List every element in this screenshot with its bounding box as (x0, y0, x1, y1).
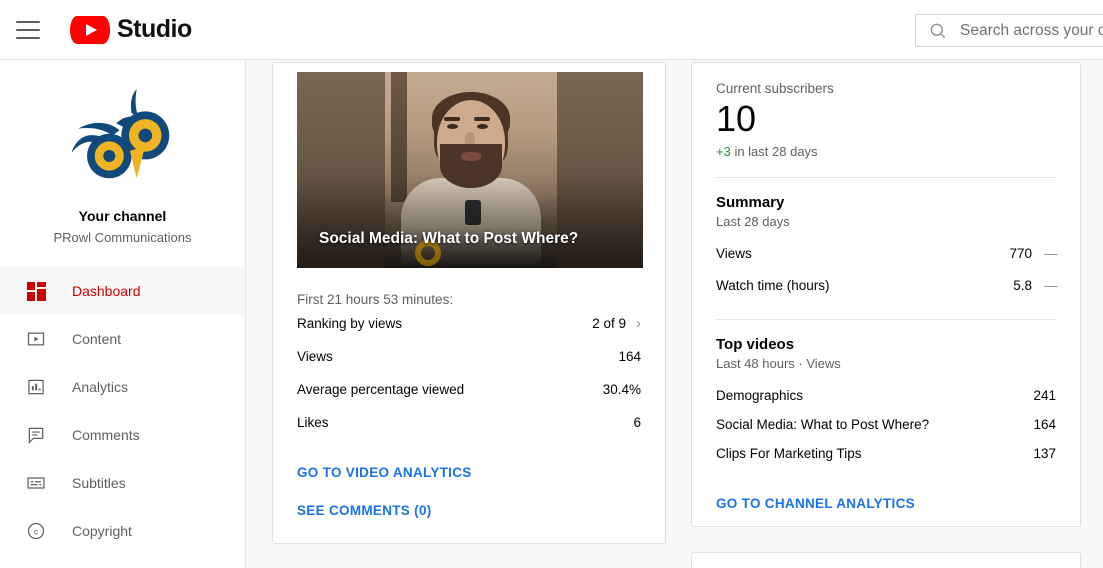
thumbnail-title-overlay: Social Media: What to Post Where? (319, 230, 579, 247)
top-videos-title: Top videos (716, 336, 795, 354)
stat-row-views: Views 164 (297, 340, 641, 373)
top-videos-block: Top videos Last 48 hours · Views (692, 336, 1080, 371)
top-video-row[interactable]: Clips For Marketing Tips 137 (716, 439, 1056, 468)
subscribers-count: 10 (716, 98, 757, 139)
channel-title: Your channel (78, 208, 167, 224)
comments-speech-bubble-icon (24, 423, 48, 447)
stat-label: Ranking by views (297, 316, 403, 331)
brand-label: Studio (117, 15, 192, 43)
subscribers-block: Current subscribers 10 +3 in last 28 day… (692, 63, 1080, 159)
chevron-right-icon: › (636, 315, 641, 332)
summary-row-views: Views 770 — (716, 237, 1058, 269)
search-input[interactable] (960, 21, 1103, 40)
summary-row-value: 770 (1009, 245, 1032, 261)
dashboard-grid-icon (24, 279, 48, 303)
analytics-bar-chart-icon (24, 375, 48, 399)
copyright-circle-icon: c (24, 519, 48, 543)
owl-channel-avatar (71, 89, 169, 179)
sidebar-item-subtitles[interactable]: Subtitles (0, 459, 245, 507)
subscribers-delta-suffix: in last 28 days (730, 144, 818, 160)
video-time-note: First 21 hours 53 minutes: (297, 292, 454, 307)
youtube-studio-dashboard: Studio Your channel (0, 0, 1103, 568)
top-video-title: Demographics (716, 388, 804, 404)
sidebar-item-label: Subtitles (72, 475, 126, 491)
subscribers-delta-value: +3 (716, 144, 731, 160)
summary-row-label: Views (716, 245, 752, 261)
subscribers-delta: +3 in last 28 days (716, 144, 1056, 159)
left-sidebar: Your channel PRowl Communications Dashbo… (0, 60, 246, 568)
see-comments-link[interactable]: SEE COMMENTS (0) (297, 491, 641, 529)
summary-title: Summary (716, 194, 785, 212)
summary-row-value: 5.8 (1013, 277, 1032, 293)
sidebar-item-content[interactable]: Content (0, 315, 245, 363)
top-header-bar: Studio (0, 0, 1103, 60)
channel-summary[interactable]: Your channel PRowl Communications (0, 60, 245, 259)
top-video-title: Clips For Marketing Tips (716, 446, 862, 462)
video-thumbnail[interactable]: Social Media: What to Post Where? (297, 72, 643, 268)
sidebar-item-label: Comments (72, 427, 140, 443)
search-icon (928, 21, 948, 41)
channel-name: PRowl Communications (53, 230, 192, 245)
latest-video-card: Social Media: What to Post Where? First … (272, 62, 666, 544)
sidebar-item-label: Dashboard (72, 283, 141, 299)
divider (716, 319, 1056, 321)
svg-text:c: c (34, 526, 38, 536)
stat-number: 2 of 9 (592, 316, 626, 331)
search-box[interactable] (915, 14, 1103, 47)
next-card-partial (691, 552, 1081, 568)
top-video-views: 164 (1033, 417, 1056, 433)
stat-value: 2 of 9 › (592, 316, 641, 331)
stat-row-likes: Likes 6 (297, 406, 641, 439)
subtitles-caption-icon (24, 471, 48, 495)
summary-row-value-group: 5.8 — (1013, 277, 1058, 293)
top-video-views: 137 (1033, 446, 1056, 462)
divider (716, 177, 1056, 179)
summary-row-label: Watch time (hours) (716, 277, 830, 293)
content-video-icon (24, 327, 48, 351)
stat-value: 164 (618, 349, 641, 364)
youtube-logo-icon (70, 15, 110, 44)
top-video-row[interactable]: Social Media: What to Post Where? 164 (716, 410, 1056, 439)
top-video-title: Social Media: What to Post Where? (716, 417, 930, 433)
hamburger-menu-icon[interactable] (16, 20, 40, 39)
summary-period: Last 28 days (716, 214, 790, 230)
stat-row-ranking[interactable]: Ranking by views 2 of 9 › (297, 307, 641, 340)
sidebar-item-comments[interactable]: Comments (0, 411, 245, 459)
trend-flat-icon: — (1044, 277, 1058, 293)
sidebar-nav: Dashboard Content Analytics Comments Sub… (0, 267, 245, 555)
top-videos-period: Last 48 hours · Views (716, 356, 841, 372)
subscribers-label: Current subscribers (716, 81, 834, 96)
sidebar-item-analytics[interactable]: Analytics (0, 363, 245, 411)
summary-row-value-group: 770 — (1009, 245, 1058, 261)
go-to-channel-analytics-link[interactable]: GO TO CHANNEL ANALYTICS (716, 484, 1056, 522)
sidebar-item-label: Content (72, 331, 122, 347)
stat-label: Average percentage viewed (297, 382, 465, 397)
stat-label: Likes (297, 415, 329, 430)
sidebar-item-copyright[interactable]: c Copyright (0, 507, 245, 555)
stat-value: 30.4% (602, 382, 641, 397)
stat-value: 6 (633, 415, 641, 430)
summary-row-watch-time: Watch time (hours) 5.8 — (716, 269, 1058, 301)
stat-label: Views (297, 349, 333, 364)
summary-block: Summary Last 28 days (692, 194, 1080, 229)
channel-analytics-card: Current subscribers 10 +3 in last 28 day… (691, 62, 1081, 527)
sidebar-item-label: Copyright (72, 523, 132, 539)
go-to-video-analytics-link[interactable]: GO TO VIDEO ANALYTICS (297, 453, 641, 491)
stat-row-avg-percentage-viewed: Average percentage viewed 30.4% (297, 373, 641, 406)
studio-brand-logo[interactable]: Studio (70, 15, 192, 44)
top-video-row[interactable]: Demographics 241 (716, 381, 1056, 410)
sidebar-item-label: Analytics (72, 379, 129, 395)
sidebar-item-dashboard[interactable]: Dashboard (0, 267, 245, 315)
top-video-views: 241 (1033, 388, 1056, 404)
trend-flat-icon: — (1044, 245, 1058, 261)
